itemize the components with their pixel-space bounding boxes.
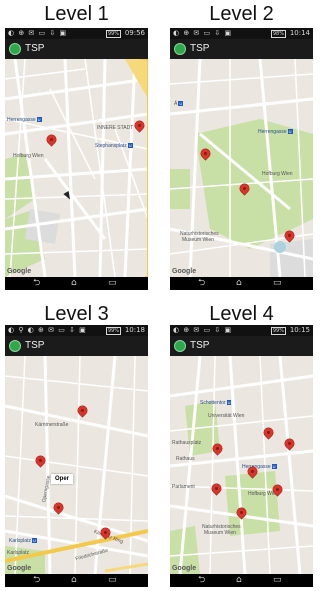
map-view[interactable]: Kärntnerstraße Oper Karlsplatz U Karlspla… (5, 356, 148, 574)
recent-apps-icon[interactable]: ▭ (108, 575, 117, 586)
map-marker[interactable] (135, 121, 144, 134)
google-logo: Google (172, 565, 197, 572)
app-bar: TSP (5, 336, 148, 356)
status-bar: ◐ ⊕ ✉ ▭ ⇩ ▣ 99% 10:15 (170, 325, 313, 336)
phone-screen: ◐ ⊕ ✉ ▭ ⇩ ▣ 99% 10:15 TSP Schottentor U … (170, 325, 313, 587)
google-logo: Google (7, 268, 32, 275)
oper-label: Oper (51, 474, 74, 484)
map-label: Parlament (172, 484, 195, 490)
status-time: 10:15 (289, 326, 310, 334)
home-icon[interactable]: ⌂ (236, 575, 242, 586)
back-icon[interactable]: ⮌ (198, 575, 205, 586)
app-title: TSP (25, 340, 45, 351)
status-icons-left: ◐ ⊕ ✉ ▭ ⇩ ▣ (173, 29, 233, 37)
map-label: Karlsplatz (7, 550, 29, 556)
map-label: Museum Wien (204, 530, 236, 536)
map-label: Museum Wien (182, 237, 214, 243)
map-label: Stephansplatz U (95, 143, 133, 149)
map-label: Schottentor U (200, 400, 232, 406)
map-label: Herrengasse U (7, 117, 42, 123)
map-label: Rathausplatz (172, 440, 202, 446)
level-title: Level 4 (209, 303, 274, 325)
app-bar: TSP (170, 336, 313, 356)
recent-apps-icon[interactable]: ▭ (273, 278, 282, 289)
status-bar: ◐ ⊕ ✉ ▭ ⇩ ▣ 99% 09:56 (5, 28, 148, 39)
map-label: Universität Wien (208, 413, 245, 419)
battery-indicator: 99% (105, 327, 121, 335)
home-icon[interactable]: ⌂ (236, 278, 242, 289)
app-logo-icon[interactable] (9, 340, 21, 352)
map-streets (5, 59, 148, 277)
status-icons-left: ◐ ⊕ ✉ ▭ ⇩ ▣ (8, 29, 68, 37)
home-icon[interactable]: ⌂ (71, 278, 77, 289)
back-icon[interactable]: ⮌ (198, 278, 205, 289)
app-bar: TSP (170, 39, 313, 59)
status-bar: ◐ ⊕ ✉ ▭ ⇩ ▣ 98% 10:14 (170, 28, 313, 39)
map-marker[interactable] (78, 406, 87, 419)
map-label: INNERE STADT (97, 125, 134, 131)
map-marker[interactable] (285, 231, 294, 244)
map-marker[interactable] (201, 149, 210, 162)
back-icon[interactable]: ⮌ (33, 575, 40, 586)
back-icon[interactable]: ⮌ (33, 278, 40, 289)
phone-screen: ◐ ⊕ ✉ ▭ ⇩ ▣ 99% 09:56 TSP Herrengasse U … (5, 28, 148, 290)
map-marker[interactable] (264, 428, 273, 441)
phone-screen: ◐ ⊕ ✉ ▭ ⇩ ▣ 98% 10:14 TSP Ä U Herrengass… (170, 28, 313, 290)
app-bar: TSP (5, 39, 148, 59)
app-logo-icon[interactable] (174, 43, 186, 55)
map-label: Karlsplatz U (9, 538, 37, 544)
map-marker[interactable] (36, 456, 45, 469)
map-label: ÄU (174, 101, 184, 107)
status-time: 10:14 (289, 29, 310, 37)
status-bar: ◐ ⚲ ◐ ⊕ ✉ ▭ ⇩ ▣ 99% 10:18 (5, 325, 148, 336)
recent-apps-icon[interactable]: ▭ (108, 278, 117, 289)
map-view[interactable]: Schottentor U Universität Wien Rathauspla… (170, 356, 313, 574)
nav-bar: ⮌ ⌂ ▭ (5, 277, 148, 290)
app-title: TSP (25, 43, 45, 54)
map-marker[interactable] (212, 484, 221, 497)
app-title: TSP (190, 43, 210, 54)
map-label: Rathaus (176, 456, 195, 462)
map-label: Kärntnerstraße (35, 422, 69, 428)
level-title: Level 3 (44, 303, 109, 325)
map-label: Herrengasse U (258, 129, 293, 135)
map-streets (170, 59, 313, 277)
level-title: Level 1 (44, 3, 109, 25)
map-marker[interactable] (285, 439, 294, 452)
app-title: TSP (190, 340, 210, 351)
map-marker[interactable] (213, 444, 222, 457)
map-marker[interactable] (273, 485, 282, 498)
nav-bar: ⮌ ⌂ ▭ (170, 277, 313, 290)
google-logo: Google (7, 565, 32, 572)
app-logo-icon[interactable] (9, 43, 21, 55)
map-marker[interactable] (237, 508, 246, 521)
home-icon[interactable]: ⌂ (71, 575, 77, 586)
phone-screen: ◐ ⚲ ◐ ⊕ ✉ ▭ ⇩ ▣ 99% 10:18 TSP Kärntnerst… (5, 325, 148, 587)
status-time: 09:56 (124, 29, 145, 37)
nav-bar: ⮌ ⌂ ▭ (170, 574, 313, 587)
app-logo-icon[interactable] (174, 340, 186, 352)
battery-indicator: 98% (270, 30, 286, 38)
map-view[interactable]: Herrengasse U INNERE STADT Stephansplatz U… (5, 59, 148, 277)
map-marker[interactable] (54, 503, 63, 516)
map-marker[interactable] (248, 467, 257, 480)
status-icons-left: ◐ ⊕ ✉ ▭ ⇩ ▣ (173, 326, 233, 334)
map-view[interactable]: ÄU Herrengasse U Hofburg Wien Naturhistor… (170, 59, 313, 277)
status-icons-left: ◐ ⚲ ◐ ⊕ ✉ ▭ ⇩ ▣ (8, 326, 87, 334)
map-marker[interactable] (101, 528, 110, 541)
map-marker[interactable] (47, 135, 56, 148)
recent-apps-icon[interactable]: ▭ (273, 575, 282, 586)
battery-indicator: 99% (105, 30, 121, 38)
google-logo: Google (172, 268, 197, 275)
level-title: Level 2 (209, 3, 274, 25)
status-time: 10:18 (124, 326, 145, 334)
nav-bar: ⮌ ⌂ ▭ (5, 574, 148, 587)
battery-indicator: 99% (270, 327, 286, 335)
map-marker[interactable] (240, 184, 249, 197)
map-label: Hofburg Wien (13, 153, 44, 159)
map-label: Hofburg Wien (262, 171, 293, 177)
